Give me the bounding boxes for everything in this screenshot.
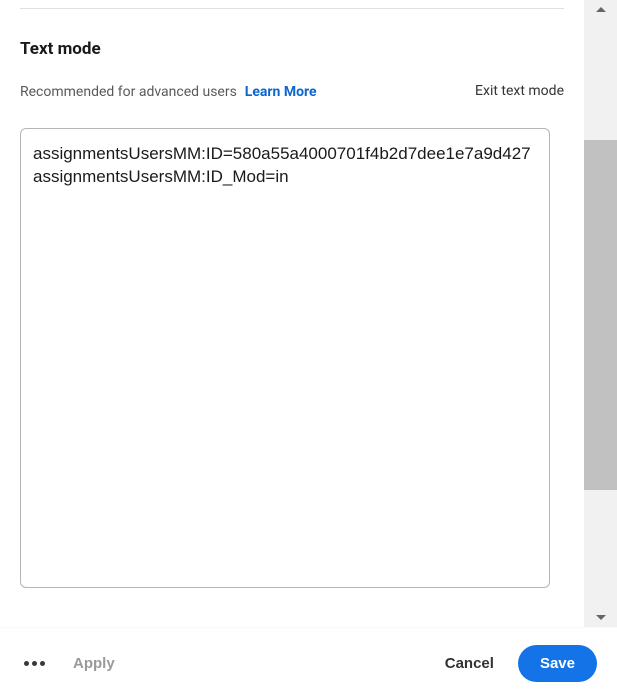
- text-mode-editor[interactable]: [20, 128, 550, 588]
- scroll-up-button[interactable]: [584, 0, 617, 18]
- chevron-down-icon: [595, 614, 607, 622]
- recommended-group: Recommended for advanced users Learn Mor…: [20, 81, 317, 100]
- exit-text-mode-link[interactable]: Exit text mode: [475, 83, 564, 99]
- more-icon: [40, 661, 45, 666]
- bottom-action-bar: Apply Cancel Save: [0, 627, 617, 699]
- recommended-text: Recommended for advanced users: [20, 84, 237, 100]
- chevron-up-icon: [595, 5, 607, 13]
- scroll-down-button[interactable]: [584, 609, 617, 627]
- learn-more-link[interactable]: Learn More: [245, 84, 317, 100]
- main-panel: Text mode Recommended for advanced users…: [0, 0, 584, 699]
- scrollbar-thumb[interactable]: [584, 140, 617, 490]
- save-button[interactable]: Save: [518, 645, 597, 682]
- more-options-button[interactable]: [20, 657, 49, 670]
- more-icon: [24, 661, 29, 666]
- bottom-right-group: Cancel Save: [445, 645, 597, 682]
- cancel-button[interactable]: Cancel: [445, 655, 494, 672]
- bottom-left-group: Apply: [20, 655, 115, 672]
- subheader-row: Recommended for advanced users Learn Mor…: [20, 81, 564, 100]
- vertical-scrollbar: [584, 0, 617, 627]
- section-title: Text mode: [20, 39, 564, 59]
- more-icon: [32, 661, 37, 666]
- apply-button[interactable]: Apply: [73, 655, 115, 672]
- divider: [20, 8, 564, 9]
